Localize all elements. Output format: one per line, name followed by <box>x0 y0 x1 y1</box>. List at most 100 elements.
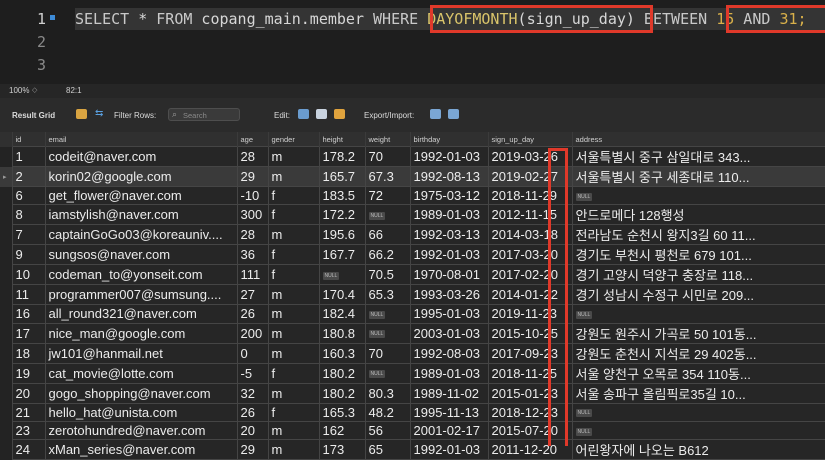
cell-gender[interactable]: m <box>267 420 320 441</box>
cell-birthday[interactable]: 2003-01-03 <box>409 322 489 344</box>
cell-weight[interactable]: NULL <box>364 362 411 384</box>
cell-address[interactable]: 강원도 원주시 가곡로 50 101동... <box>571 322 825 344</box>
add-row-icon[interactable] <box>316 109 327 119</box>
cell-email[interactable]: nice_man@google.com <box>44 322 238 344</box>
sql-editor[interactable]: 1 2 3 SELECT * FROM copang_main.member W… <box>0 0 825 84</box>
cell-email[interactable]: gogo_shopping@naver.com <box>44 382 238 404</box>
row-marker[interactable]: ▸ <box>0 166 12 187</box>
cell-age[interactable]: 28 <box>236 146 269 167</box>
cell-email[interactable]: codeit@naver.com <box>44 146 238 167</box>
column-header-gender[interactable]: gender <box>268 132 320 147</box>
row-marker[interactable] <box>0 186 12 205</box>
cell-gender[interactable]: m <box>267 439 320 460</box>
cell-height[interactable]: 178.2 <box>318 146 366 167</box>
cell-address[interactable]: 경기 고양시 덕양구 충장로 118... <box>571 264 825 286</box>
cell-weight[interactable]: 72 <box>364 185 411 206</box>
row-marker[interactable] <box>0 403 12 422</box>
cell-gender[interactable]: f <box>267 264 320 286</box>
cell-age[interactable]: -10 <box>236 185 269 206</box>
cell-address[interactable]: 강원도 춘천시 지석로 29 402동... <box>571 342 825 364</box>
cell-height[interactable]: 172.2 <box>318 204 366 226</box>
column-header-email[interactable]: email <box>45 132 238 147</box>
row-marker[interactable] <box>0 264 12 285</box>
row-marker[interactable] <box>0 323 12 344</box>
column-header-address[interactable]: address <box>572 132 825 147</box>
row-marker[interactable] <box>0 304 12 324</box>
cell-birthday[interactable]: 1992-01-03 <box>409 146 489 167</box>
table-row[interactable]: 23 zerotohundred@naver.com 20 m 162 56 2001-02… <box>0 420 825 441</box>
cell-weight[interactable]: 80.3 <box>364 382 411 404</box>
cell-age[interactable]: 32 <box>236 382 269 404</box>
cell-id[interactable]: 21 <box>11 402 46 422</box>
cell-email[interactable]: hello_hat@unista.com <box>44 402 238 422</box>
cell-id[interactable]: 24 <box>11 439 46 460</box>
cell-weight[interactable]: 56 <box>364 420 411 441</box>
cell-gender[interactable]: m <box>267 166 320 187</box>
cell-birthday[interactable]: 1992-01-03 <box>409 439 489 460</box>
cell-id[interactable]: 11 <box>11 284 46 306</box>
cell-gender[interactable]: m <box>267 146 320 167</box>
cell-id[interactable]: 2 <box>11 166 46 187</box>
cell-address[interactable]: 전라남도 순천시 왕지3길 60 11... <box>571 224 825 246</box>
row-marker[interactable] <box>0 204 12 225</box>
table-row[interactable]: 8 iamstylish@naver.com 300 f 172.2 NULL 1989-0… <box>0 204 825 226</box>
cell-gender[interactable]: m <box>267 284 320 306</box>
cell-height[interactable]: NULL <box>318 264 366 286</box>
cell-height[interactable]: 180.8 <box>318 322 366 344</box>
cell-birthday[interactable]: 1992-01-03 <box>409 244 489 266</box>
cell-gender[interactable]: m <box>267 382 320 404</box>
cell-gender[interactable]: m <box>267 342 320 364</box>
cell-id[interactable]: 23 <box>11 420 46 441</box>
cell-weight[interactable]: 70 <box>364 342 411 364</box>
row-marker[interactable] <box>0 363 12 384</box>
cell-address[interactable]: 경기도 부천시 평천로 679 101... <box>571 244 825 266</box>
cell-email[interactable]: all_round321@naver.com <box>44 304 238 324</box>
cell-address[interactable]: 서울 양천구 오목로 354 110동... <box>571 362 825 384</box>
cell-birthday[interactable]: 1989-11-02 <box>409 382 489 404</box>
cell-id[interactable]: 7 <box>11 224 46 246</box>
row-marker[interactable] <box>0 343 12 364</box>
cell-age[interactable]: 27 <box>236 284 269 306</box>
cell-birthday[interactable]: 1993-03-26 <box>409 284 489 306</box>
cell-weight[interactable]: 48.2 <box>364 402 411 422</box>
row-marker[interactable] <box>0 421 12 440</box>
cell-weight[interactable]: 65.3 <box>364 284 411 306</box>
cell-weight[interactable]: NULL <box>364 322 411 344</box>
cell-address[interactable]: NULL <box>571 304 825 324</box>
cell-age[interactable]: 111 <box>236 264 269 286</box>
cell-weight[interactable]: 70 <box>364 146 411 167</box>
column-header-age[interactable]: age <box>237 132 269 147</box>
filter-search-input[interactable]: ⌕ Search <box>168 108 240 121</box>
cell-address[interactable]: 서울 송파구 올림픽로35길 10... <box>571 382 825 404</box>
cell-gender[interactable]: m <box>267 322 320 344</box>
cell-id[interactable]: 1 <box>11 146 46 167</box>
cell-age[interactable]: 36 <box>236 244 269 266</box>
cell-gender[interactable]: f <box>267 185 320 206</box>
cell-address[interactable]: NULL <box>571 402 825 422</box>
cell-email[interactable]: cat_movie@lotte.com <box>44 362 238 384</box>
cell-email[interactable]: sungsos@naver.com <box>44 244 238 266</box>
cell-id[interactable]: 6 <box>11 185 46 206</box>
column-header-sign-up-day[interactable]: sign_up_day <box>488 132 573 147</box>
cell-email[interactable]: xMan_series@naver.com <box>44 439 238 460</box>
cell-id[interactable]: 10 <box>11 264 46 286</box>
cell-age[interactable]: 300 <box>236 204 269 226</box>
delete-row-icon[interactable] <box>334 109 345 119</box>
cell-height[interactable]: 180.2 <box>318 382 366 404</box>
cell-address[interactable]: 서울특별시 중구 세종대로 110... <box>571 166 825 187</box>
cell-email[interactable]: iamstylish@naver.com <box>44 204 238 226</box>
cell-gender[interactable]: f <box>267 204 320 226</box>
table-row[interactable]: 21 hello_hat@unista.com 26 f 165.3 48.2 1995-1… <box>0 402 825 422</box>
cell-age[interactable]: 29 <box>236 439 269 460</box>
cell-height[interactable]: 182.4 <box>318 304 366 324</box>
cell-age[interactable]: 29 <box>236 166 269 187</box>
cell-age[interactable]: 0 <box>236 342 269 364</box>
table-row[interactable]: ▸ 2 korin02@google.com 29 m 165.7 67.3 1992-08-… <box>0 166 825 187</box>
cell-height[interactable]: 160.3 <box>318 342 366 364</box>
cell-address[interactable]: NULL <box>571 185 825 206</box>
row-marker[interactable] <box>0 224 12 245</box>
cell-weight[interactable]: 66.2 <box>364 244 411 266</box>
cell-birthday[interactable]: 1995-11-13 <box>409 402 489 422</box>
table-row[interactable]: 20 gogo_shopping@naver.com 32 m 180.2 80.3 198… <box>0 382 825 404</box>
cell-age[interactable]: 26 <box>236 304 269 324</box>
